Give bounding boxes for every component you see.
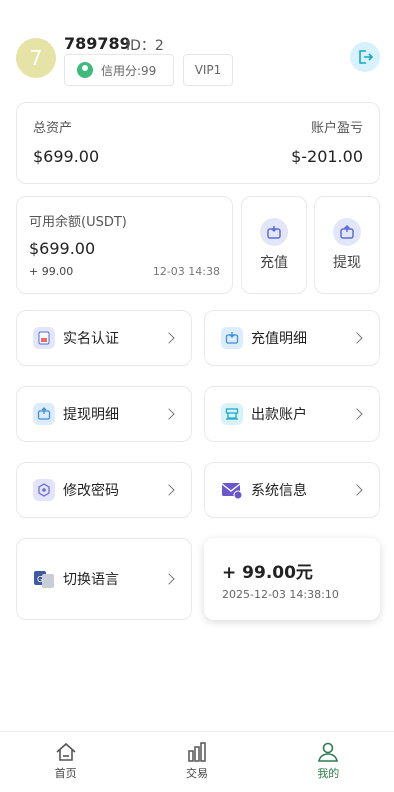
bank-icon <box>221 403 243 425</box>
avatar: 7 <box>16 38 56 78</box>
menu-withdraw-detail[interactable]: 提现明细 <box>16 386 192 442</box>
menu-change-password[interactable]: 修改密码 <box>16 462 192 518</box>
translate-icon: G <box>33 568 55 590</box>
credit-score-text: 信用分:99 <box>101 63 157 78</box>
pnl-label: 账户盈亏 <box>310 121 363 136</box>
balance-label: 可用余额(USDT) <box>29 215 127 230</box>
chevron-right-icon <box>163 484 175 496</box>
menu-real-name[interactable]: 实名认证 <box>16 310 192 366</box>
menu-payout-account[interactable]: 出款账户 <box>204 386 380 442</box>
home-icon <box>56 742 76 761</box>
id-card-icon <box>33 327 55 349</box>
chevron-right-icon <box>351 484 363 496</box>
menu-label: 充值明细 <box>251 331 307 347</box>
withdraw-icon <box>333 218 361 246</box>
lock-icon <box>33 479 55 501</box>
recharge-icon <box>260 218 288 246</box>
recharge-detail-icon <box>221 327 243 349</box>
chevron-right-icon <box>163 332 175 344</box>
menu-label: 系统信息 <box>251 483 307 499</box>
bottom-tab-bar: 首页 交易 我的 <box>0 731 394 792</box>
svg-text:G: G <box>37 575 43 584</box>
logout-icon <box>359 50 373 64</box>
menu-label: 实名认证 <box>63 331 119 347</box>
total-assets-label: 总资产 <box>33 121 73 136</box>
recharge-button[interactable]: 充值 <box>241 196 307 294</box>
tab-trade[interactable]: 交易 <box>131 732 262 792</box>
assets-card: 总资产 $699.00 账户盈亏 $-201.00 <box>16 102 380 184</box>
profile-header: 7 789789 ID：2 信用分:99 VIP1 <box>16 32 380 88</box>
vip-badge: VIP1 <box>183 54 233 86</box>
balance-card: 可用余额(USDT) $699.00 + 99.00 12-03 14:38 <box>16 196 233 294</box>
chart-icon <box>188 742 206 762</box>
pnl-value: $-201.00 <box>291 147 363 166</box>
credit-icon <box>77 62 93 78</box>
username: 789789 <box>64 34 131 53</box>
notification-time: 2025-12-03 14:38:10 <box>222 588 339 601</box>
chevron-right-icon <box>163 408 175 420</box>
user-icon <box>318 742 339 762</box>
recharge-label: 充值 <box>260 255 288 271</box>
chevron-right-icon <box>163 573 175 585</box>
withdraw-detail-icon <box>33 403 55 425</box>
chevron-right-icon <box>351 408 363 420</box>
notification-amount: + 99.00元 <box>222 563 313 583</box>
balance-change: + 99.00 <box>29 265 74 278</box>
tab-mine[interactable]: 我的 <box>263 732 394 792</box>
tab-home[interactable]: 首页 <box>0 732 131 792</box>
balance-time: 12-03 14:38 <box>152 265 220 278</box>
logout-button[interactable] <box>350 42 380 72</box>
deposit-notification: + 99.00元 2025-12-03 14:38:10 <box>204 538 380 620</box>
total-assets-value: $699.00 <box>33 147 100 166</box>
balance-value: $699.00 <box>29 239 96 258</box>
menu-switch-language[interactable]: G 切换语言 <box>16 538 192 620</box>
menu-label: 切换语言 <box>63 572 119 588</box>
user-id: ID：2 <box>126 38 164 54</box>
menu-label: 提现明细 <box>63 407 119 423</box>
tab-label: 交易 <box>185 767 208 780</box>
withdraw-button[interactable]: 提现 <box>314 196 380 294</box>
tab-label: 我的 <box>317 767 340 780</box>
withdraw-label: 提现 <box>333 255 361 271</box>
menu-label: 修改密码 <box>63 483 119 499</box>
menu-label: 出款账户 <box>251 407 307 423</box>
chevron-right-icon <box>351 332 363 344</box>
menu-recharge-detail[interactable]: 充值明细 <box>204 310 380 366</box>
tab-label: 首页 <box>54 767 77 780</box>
credit-score-badge: 信用分:99 <box>64 54 174 86</box>
menu-system-info[interactable]: 系统信息 <box>204 462 380 518</box>
mail-icon <box>221 479 243 501</box>
